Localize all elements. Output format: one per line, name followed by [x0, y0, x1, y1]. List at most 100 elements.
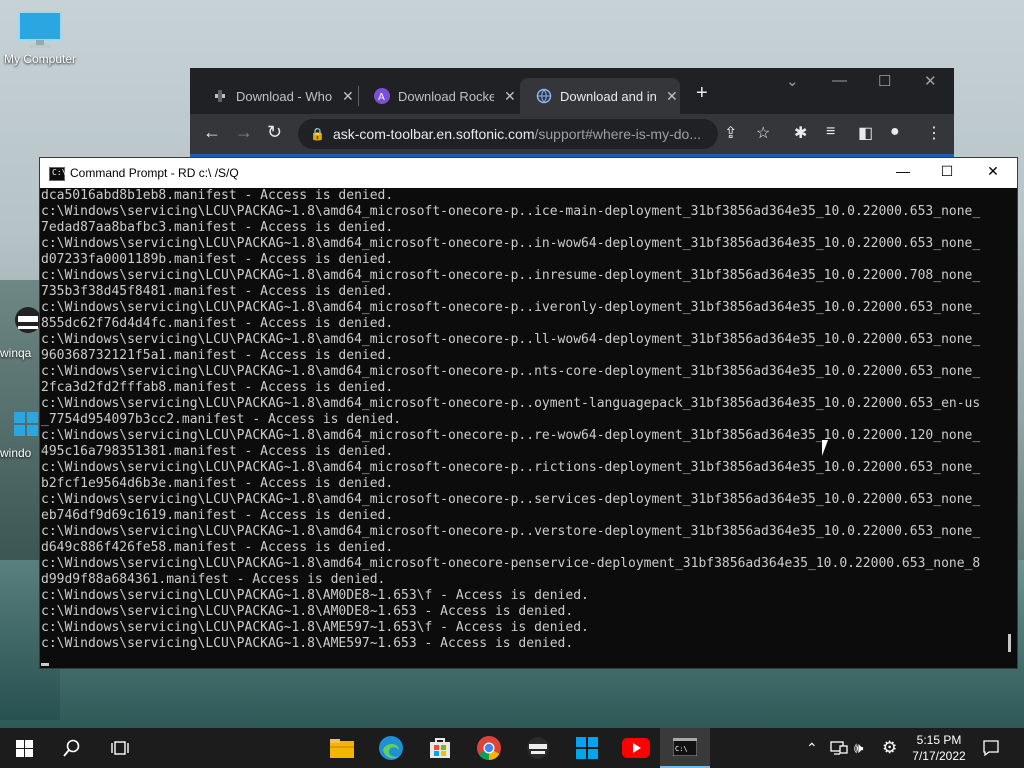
console-line: c:\Windows\servicing\LCU\PACKAG~1.8\amd6…	[41, 428, 981, 443]
clock-date: 7/17/2022	[912, 749, 966, 763]
console-line: dca5016abd8b1eb8.manifest - Access is de…	[41, 188, 394, 203]
console-output[interactable]: dca5016abd8b1eb8.manifest - Access is de…	[41, 188, 1001, 666]
cmd-close-icon[interactable]: ✕	[978, 163, 1008, 180]
taskbar-mascot-app[interactable]	[514, 728, 562, 768]
windows-logo-app-icon	[576, 737, 598, 759]
share-icon[interactable]: ⇪	[724, 123, 737, 143]
console-line: c:\Windows\servicing\LCU\PACKAG~1.8\amd6…	[41, 556, 981, 571]
monitor-icon	[18, 11, 62, 48]
desktop-icon-label: My Computer	[3, 52, 77, 66]
extensions-puzzle-icon[interactable]: ✱	[794, 123, 807, 143]
taskbar-command-prompt[interactable]: C:\	[660, 728, 710, 768]
console-line: d99d9f88a684361.manifest - Access is den…	[41, 572, 386, 587]
console-line: 960368732121f5a1.manifest - Access is de…	[41, 348, 394, 363]
cmd-maximize-icon[interactable]: ☐	[932, 163, 962, 180]
windows-start-icon	[15, 739, 33, 757]
tab-download-and-install[interactable]: Download and ins ✕	[520, 78, 680, 114]
taskbar-youtube[interactable]	[612, 728, 660, 768]
action-center-icon	[983, 740, 999, 757]
back-arrow-icon[interactable]: ←	[203, 122, 221, 143]
console-line: c:\Windows\servicing\LCU\PACKAG~1.8\AM0D…	[41, 604, 574, 619]
cmd-title-bar[interactable]: C:\ Command Prompt - RD c:\ /S/Q — ☐ ✕	[40, 158, 1017, 188]
network-icon[interactable]	[830, 728, 848, 768]
taskbar-windows-app[interactable]	[562, 728, 612, 768]
task-view-button[interactable]	[96, 728, 144, 768]
url-host: ask-com-toolbar.en.softonic.com	[332, 126, 535, 142]
windows-icon	[14, 412, 38, 436]
console-scrollbar[interactable]	[1004, 188, 1016, 666]
console-line: b2fcf1e9564d6b3e.manifest - Access is de…	[41, 476, 394, 491]
console-line: 855dc62f76d4d4fc.manifest - Access is de…	[41, 316, 394, 331]
file-explorer-icon	[330, 739, 354, 758]
taskbar-file-explorer[interactable]	[318, 728, 366, 768]
settings-gear-icon[interactable]: ⚙	[882, 728, 897, 768]
media-queue-icon[interactable]: ≡	[826, 123, 835, 141]
svg-text:A: A	[378, 92, 385, 103]
console-line: 2fca3d2fd2fffab8.manifest - Access is de…	[41, 380, 394, 395]
forward-arrow-icon[interactable]: →	[235, 122, 253, 143]
console-line: d07233fa0001189b.manifest - Access is de…	[41, 252, 394, 267]
volume-icon[interactable]: 🕪	[854, 728, 863, 768]
desktop-icon-label: winqa	[0, 346, 32, 360]
tab-title: Download - Whois	[236, 88, 332, 104]
console-cursor	[41, 663, 49, 666]
console-line: c:\Windows\servicing\LCU\PACKAG~1.8\amd6…	[41, 204, 981, 219]
browser-maximize-icon[interactable]: ☐	[878, 72, 891, 90]
search-icon	[63, 739, 80, 757]
cmd-title: Command Prompt - RD c:\ /S/Q	[70, 166, 239, 180]
browser-toolbar: ← → ↻ 🔒 ask-com-toolbar.en.softonic.com …	[190, 114, 954, 154]
console-line: c:\Windows\servicing\LCU\PACKAG~1.8\amd6…	[41, 492, 981, 507]
browser-close-icon[interactable]: ✕	[924, 72, 937, 90]
address-bar[interactable]: 🔒 ask-com-toolbar.en.softonic.com /suppo…	[298, 119, 718, 149]
console-line: c:\Windows\servicing\LCU\PACKAG~1.8\amd6…	[41, 236, 981, 251]
tab-close-icon[interactable]: ✕	[666, 88, 678, 105]
cmd-window-icon: C:\	[49, 167, 66, 181]
bookmark-star-icon[interactable]: ☆	[756, 123, 770, 143]
reload-icon[interactable]: ↻	[267, 122, 282, 143]
tab-search-chevron-icon[interactable]: ⌄	[786, 72, 799, 90]
scrollbar-thumb[interactable]	[1008, 634, 1011, 652]
chrome-menu-icon[interactable]: ⋮	[926, 123, 942, 143]
lock-icon[interactable]: 🔒	[310, 127, 325, 141]
svg-text:C:\: C:\	[675, 745, 688, 753]
desktop-icon-windo[interactable]: windo	[0, 408, 42, 460]
taskbar-store[interactable]	[416, 728, 464, 768]
tab-download-whois[interactable]: Download - Whois ✕	[196, 78, 356, 114]
console-line: c:\Windows\servicing\LCU\PACKAG~1.8\AME5…	[41, 636, 574, 651]
console-line: 495c16a798351381.manifest - Access is de…	[41, 444, 394, 459]
cmd-minimize-icon[interactable]: —	[888, 163, 918, 179]
console-line: c:\Windows\servicing\LCU\PACKAG~1.8\amd6…	[41, 364, 981, 379]
tab-close-icon[interactable]: ✕	[504, 88, 516, 105]
command-prompt-icon: C:\	[673, 738, 697, 756]
desktop-icon-label: windo	[0, 446, 32, 460]
youtube-icon	[622, 738, 650, 758]
taskbar-edge[interactable]	[366, 728, 416, 768]
taskbar-chrome[interactable]	[464, 728, 514, 768]
edge-icon	[379, 736, 403, 760]
profile-icon[interactable]: ●	[890, 123, 900, 141]
command-prompt-window[interactable]: C:\ Command Prompt - RD c:\ /S/Q — ☐ ✕ d…	[39, 157, 1018, 669]
network-monitor-icon	[830, 741, 848, 755]
mouse-pointer-icon	[822, 440, 828, 456]
console-line: c:\Windows\servicing\LCU\PACKAG~1.8\amd6…	[41, 300, 981, 315]
show-hidden-icons-chevron-icon[interactable]: ⌃	[806, 728, 818, 768]
side-panel-icon[interactable]: ◧	[858, 123, 873, 143]
tab-close-icon[interactable]: ✕	[342, 88, 354, 105]
notification-center-icon[interactable]	[982, 728, 1000, 768]
console-line: d649c886f426fe58.manifest - Access is de…	[41, 540, 394, 555]
desktop-icon-winqa[interactable]: winqa	[0, 304, 42, 360]
chrome-icon	[477, 736, 501, 760]
search-button[interactable]	[48, 728, 96, 768]
desktop-icon-my-computer[interactable]: My Computer	[2, 10, 78, 66]
tab-download-rocket[interactable]: A Download Rocket ✕	[358, 78, 518, 114]
browser-window[interactable]: Download - Whois ✕ A Download Rocket ✕ D…	[190, 68, 954, 164]
taskbar-clock[interactable]: 5:15 PM 7/17/2022	[912, 732, 966, 764]
start-button[interactable]	[0, 728, 48, 768]
tab-title: Download and ins	[560, 88, 656, 104]
new-tab-icon[interactable]: +	[696, 82, 708, 105]
rocket-a-icon: A	[374, 88, 390, 104]
clock-time: 5:15 PM	[916, 733, 962, 747]
tab-title: Download Rocket	[398, 88, 494, 104]
browser-minimize-icon[interactable]: —	[832, 72, 847, 89]
mascot-icon	[15, 307, 40, 333]
